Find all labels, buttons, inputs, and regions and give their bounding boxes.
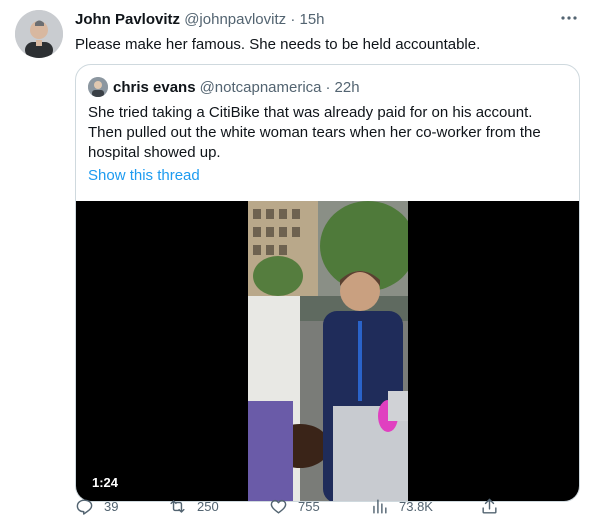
separator-dot: · [290, 11, 296, 28]
separator-dot: · [325, 78, 331, 96]
quoted-time[interactable]: 22h [335, 79, 360, 96]
quoted-header: chris evans @notcapnamerica · 22h [88, 77, 360, 97]
tweet-time[interactable]: 15h [300, 11, 325, 28]
video-duration: 1:24 [86, 474, 125, 491]
quoted-author-name[interactable]: chris evans [113, 79, 196, 96]
author-avatar[interactable] [15, 10, 63, 58]
views-button[interactable]: 73.8K [370, 497, 433, 516]
tweet-header: John Pavlovitz @johnpavlovitz · 15h [75, 11, 325, 28]
quoted-author-avatar[interactable] [88, 77, 108, 97]
tweet: John Pavlovitz @johnpavlovitz · 15h Plea… [0, 0, 597, 530]
retweet-button[interactable]: 250 [168, 497, 219, 516]
retweet-icon [170, 500, 185, 513]
retweet-count: 250 [197, 499, 219, 514]
video-player[interactable]: 1:24 [76, 201, 579, 501]
quoted-author-handle[interactable]: @notcapnamerica [200, 79, 322, 96]
like-count: 755 [298, 499, 320, 514]
share-button[interactable] [480, 497, 509, 516]
like-button[interactable]: 755 [269, 497, 320, 516]
tweet-text: Please make her famous. She needs to be … [75, 36, 481, 53]
video-frame [248, 201, 408, 501]
action-bar: 39 250 755 73.8K [75, 497, 505, 521]
quoted-tweet[interactable]: chris evans @notcapnamerica · 22h She tr… [75, 64, 580, 502]
reply-icon [76, 499, 93, 515]
quoted-text: She tried taking a CitiBike that was alr… [88, 104, 541, 161]
reply-button[interactable]: 39 [75, 497, 118, 516]
author-name[interactable]: John Pavlovitz [75, 11, 180, 28]
author-handle[interactable]: @johnpavlovitz [184, 11, 286, 28]
share-icon [482, 498, 497, 514]
more-icon[interactable] [559, 8, 579, 28]
views-icon [373, 499, 387, 514]
show-thread-link[interactable]: Show this thread [88, 167, 200, 184]
views-count: 73.8K [399, 499, 433, 514]
reply-count: 39 [104, 499, 119, 514]
like-icon [270, 499, 287, 514]
